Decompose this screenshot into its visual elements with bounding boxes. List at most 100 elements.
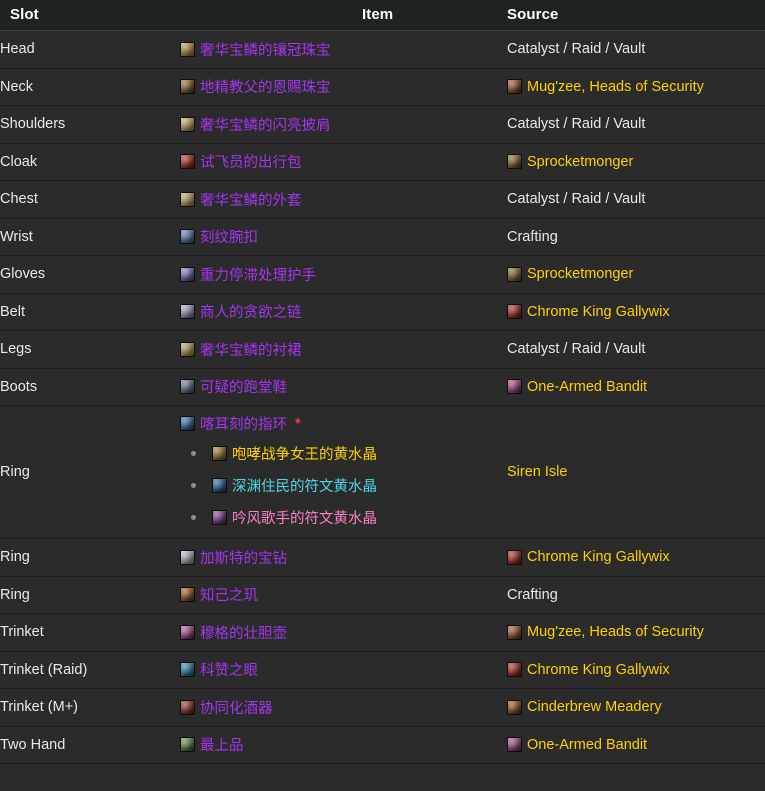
item-link[interactable]: 知己之玑: [180, 584, 507, 605]
item-name[interactable]: 奢华宝鳞的外套: [200, 189, 302, 210]
column-header-source[interactable]: Source: [507, 0, 765, 31]
column-header-item[interactable]: Item: [180, 0, 507, 31]
item-name[interactable]: 地精教父的恩赐珠宝: [200, 76, 331, 97]
item-link[interactable]: 科赞之眼: [180, 659, 507, 680]
item-link[interactable]: 重力停滞处理护手: [180, 264, 507, 285]
source-link[interactable]: One-Armed Bandit: [507, 737, 765, 753]
item-link[interactable]: 奢华宝鳞的外套: [180, 189, 507, 210]
table-row: Chest奢华宝鳞的外套Catalyst / Raid / Vault: [0, 181, 765, 219]
item-cell: 科赞之眼: [180, 651, 507, 689]
item-link[interactable]: 奢华宝鳞的闪亮披肩: [180, 114, 507, 135]
source-name[interactable]: Chrome King Gallywix: [527, 662, 670, 678]
item-name[interactable]: 科赞之眼: [200, 659, 258, 680]
source-link[interactable]: Mug'zee, Heads of Security: [507, 79, 765, 95]
source-link[interactable]: Chrome King Gallywix: [507, 662, 765, 678]
slot-cell: Trinket (M+): [0, 689, 180, 727]
source-name[interactable]: Chrome King Gallywix: [527, 304, 670, 320]
source-name: Catalyst / Raid / Vault: [507, 41, 645, 57]
gem-name[interactable]: 深渊住民的符文黄水晶: [232, 475, 377, 496]
bullet-icon: [191, 515, 196, 520]
source-link[interactable]: Siren Isle: [507, 464, 765, 480]
slot-label: Gloves: [0, 266, 45, 282]
amulet-icon: [180, 79, 195, 94]
item-name[interactable]: 加斯特的宝钻: [200, 547, 287, 568]
source-cell: Chrome King Gallywix: [507, 293, 765, 331]
item-name[interactable]: 试飞员的出行包: [200, 151, 302, 172]
slot-cell: Wrist: [0, 218, 180, 256]
boss-gallywix-icon: [507, 662, 522, 677]
item-name[interactable]: 奢华宝鳞的闪亮披肩: [200, 114, 331, 135]
item-cell: 最上品: [180, 726, 507, 764]
source-cell: Mug'zee, Heads of Security: [507, 614, 765, 652]
source-name[interactable]: One-Armed Bandit: [527, 379, 647, 395]
item-link[interactable]: 地精教父的恩赐珠宝: [180, 76, 507, 97]
slot-cell: Ring: [0, 539, 180, 577]
item-name[interactable]: 重力停滞处理护手: [200, 264, 316, 285]
item-link[interactable]: 商人的贪欲之链: [180, 301, 507, 322]
trinket-flask-icon: [180, 625, 195, 640]
table-row: Neck地精教父的恩赐珠宝Mug'zee, Heads of Security: [0, 68, 765, 106]
item-link[interactable]: 可疑的跑堂鞋: [180, 376, 507, 397]
item-link[interactable]: 刻纹腕扣: [180, 226, 507, 247]
item-note-asterisk: *: [295, 416, 301, 432]
item-link[interactable]: 最上品: [180, 734, 507, 755]
gem-list-item[interactable]: 吟风歌手的符文黄水晶: [191, 507, 507, 528]
gem-list-item[interactable]: 咆哮战争女王的黄水晶: [191, 443, 507, 464]
item-name[interactable]: 最上品: [200, 734, 244, 755]
source-link: Crafting: [507, 587, 765, 603]
item-link[interactable]: 奢华宝鳞的衬裙: [180, 339, 507, 360]
item-cell: 知己之玑: [180, 576, 507, 614]
item-name[interactable]: 协同化酒器: [200, 697, 273, 718]
item-name[interactable]: 知己之玑: [200, 584, 258, 605]
item-link[interactable]: 试飞员的出行包: [180, 151, 507, 172]
item-cell: 协同化酒器: [180, 689, 507, 727]
shoulder-icon: [180, 117, 195, 132]
slot-cell: Gloves: [0, 256, 180, 294]
source-name[interactable]: Cinderbrew Meadery: [527, 699, 662, 715]
source-link[interactable]: Mug'zee, Heads of Security: [507, 624, 765, 640]
item-cell: 商人的贪欲之链: [180, 293, 507, 331]
slot-cell: Head: [0, 31, 180, 69]
source-name[interactable]: Mug'zee, Heads of Security: [527, 79, 704, 95]
item-link[interactable]: 加斯特的宝钻: [180, 547, 507, 568]
item-name[interactable]: 可疑的跑堂鞋: [200, 376, 287, 397]
source-name[interactable]: Siren Isle: [507, 464, 567, 480]
gem-citrine-cyan-icon: [212, 478, 227, 493]
source-link[interactable]: Chrome King Gallywix: [507, 549, 765, 565]
source-name[interactable]: Mug'zee, Heads of Security: [527, 624, 704, 640]
table-row: Head 奢华宝鳞的镶冠珠宝 Catalyst / Raid / Vault: [0, 31, 765, 69]
empty-cell: [180, 764, 507, 791]
gem-name[interactable]: 吟风歌手的符文黄水晶: [232, 507, 377, 528]
weapon-twohand-icon: [180, 737, 195, 752]
item-name[interactable]: 喀耳刻的指环: [200, 413, 287, 434]
source-link: Crafting: [507, 229, 765, 245]
item-name[interactable]: 奢华宝鳞的衬裙: [200, 339, 302, 360]
slot-label: Shoulders: [0, 116, 65, 132]
item-name[interactable]: 刻纹腕扣: [200, 226, 258, 247]
item-name[interactable]: 穆格的壮胆壶: [200, 622, 287, 643]
item-link[interactable]: 喀耳刻的指环 *: [180, 413, 507, 434]
item-link[interactable]: 奢华宝鳞的镶冠珠宝: [180, 39, 507, 60]
source-name[interactable]: Sprocketmonger: [527, 266, 633, 282]
gem-name[interactable]: 咆哮战争女王的黄水晶: [232, 443, 377, 464]
source-link[interactable]: Sprocketmonger: [507, 154, 765, 170]
source-name[interactable]: One-Armed Bandit: [527, 737, 647, 753]
source-cell: Chrome King Gallywix: [507, 539, 765, 577]
slot-label: Ring: [0, 549, 30, 565]
column-header-slot[interactable]: Slot: [0, 0, 180, 31]
slot-label: Ring: [0, 464, 30, 480]
source-name[interactable]: Chrome King Gallywix: [527, 549, 670, 565]
item-link[interactable]: 协同化酒器: [180, 697, 507, 718]
source-link[interactable]: One-Armed Bandit: [507, 379, 765, 395]
source-link[interactable]: Cinderbrew Meadery: [507, 699, 765, 715]
dungeon-cinderbrew-icon: [507, 700, 522, 715]
gem-list-item[interactable]: 深渊住民的符文黄水晶: [191, 475, 507, 496]
source-link[interactable]: Chrome King Gallywix: [507, 304, 765, 320]
item-name[interactable]: 奢华宝鳞的镶冠珠宝: [200, 39, 331, 60]
source-name[interactable]: Sprocketmonger: [527, 154, 633, 170]
item-link[interactable]: 穆格的壮胆壶: [180, 622, 507, 643]
source-link[interactable]: Sprocketmonger: [507, 266, 765, 282]
boss-sprocketmonger-icon: [507, 154, 522, 169]
table-row: Two Hand最上品One-Armed Bandit: [0, 726, 765, 764]
item-name[interactable]: 商人的贪欲之链: [200, 301, 302, 322]
